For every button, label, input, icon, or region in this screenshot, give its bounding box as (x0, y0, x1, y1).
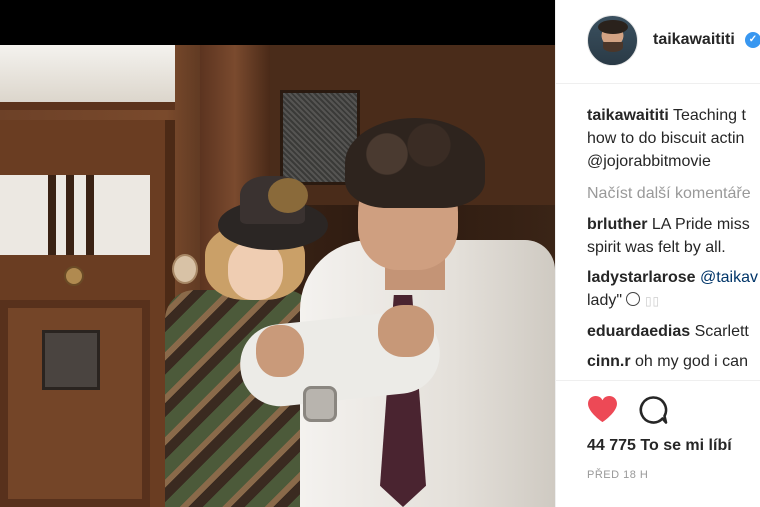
avatar-hair (598, 20, 628, 34)
avatar[interactable] (587, 15, 638, 66)
caption-mention-link[interactable]: @jojorabbitmovie (587, 150, 760, 173)
comment-text: LA Pride miss (651, 216, 750, 233)
photo-door-bar (48, 175, 56, 255)
post-actions: 44 775 To se mi líbí PŘED 18 H (556, 380, 760, 507)
photo-compact-mirror (172, 254, 198, 284)
caption-username[interactable]: taikawaititi (587, 107, 669, 124)
photo-door-glass (0, 175, 150, 255)
photo-door-bar (66, 175, 74, 255)
comment-username[interactable]: ladystarlarose (587, 269, 696, 286)
post-photo[interactable] (0, 0, 555, 507)
caption: taikawaititi Teaching t how to do biscui… (587, 104, 760, 173)
comment: cinn.r oh my god i can (587, 350, 760, 373)
header-username[interactable]: taikawaititi (653, 31, 735, 49)
photo-door-knob (64, 266, 84, 286)
grinning-emoji-icon (626, 292, 641, 306)
unsupported-glyph-icon: ▯▯ (644, 294, 661, 308)
photo-man-hand (256, 325, 304, 377)
comment-text: Scarlett (694, 323, 749, 340)
heart-icon[interactable] (587, 395, 618, 423)
comment-username[interactable]: eduardaedias (587, 323, 690, 340)
comment-text: spirit was felt by all. (587, 239, 726, 256)
comment: ladystarlarose @taikav lady" ▯▯ (587, 266, 760, 313)
caption-text: Teaching t (672, 107, 746, 124)
comment-mention-link[interactable]: @taikav (700, 269, 758, 286)
comment-text: oh my god i can (635, 353, 748, 370)
photo-door-box (42, 330, 100, 390)
photo-man-hand (378, 305, 434, 357)
likes-count[interactable]: 44 775 To se mi líbí (587, 437, 732, 455)
comment-bubble-icon[interactable] (638, 395, 668, 425)
post-header: taikawaititi ✓ (556, 0, 760, 84)
comments-list: taikawaititi Teaching t how to do biscui… (587, 104, 760, 373)
photo-watch (303, 386, 337, 422)
comment: brluther LA Pride miss spirit was felt b… (587, 213, 760, 259)
comment-username[interactable]: brluther (587, 216, 647, 233)
comment-username[interactable]: cinn.r (587, 353, 631, 370)
photo-window (0, 45, 175, 110)
avatar-beard (603, 42, 623, 52)
comment-text: lady" (587, 292, 623, 309)
caption-text: how to do biscuit actin (587, 130, 745, 147)
photo-letterbox (0, 0, 555, 45)
photo-door-bar (86, 175, 94, 255)
post-timestamp[interactable]: PŘED 18 H (587, 469, 648, 481)
comment: eduardaedias Scarlett (587, 320, 760, 343)
load-more-comments-link[interactable]: Načíst další komentáře (587, 182, 760, 205)
caption-line: taikawaititi Teaching t (587, 104, 760, 127)
photo-hat-feather (268, 178, 308, 213)
verified-badge-icon: ✓ (745, 32, 760, 48)
photo-man-hair (345, 118, 485, 208)
post-sidebar: taikawaititi ✓ taikawaititi Teaching t h… (555, 0, 760, 507)
